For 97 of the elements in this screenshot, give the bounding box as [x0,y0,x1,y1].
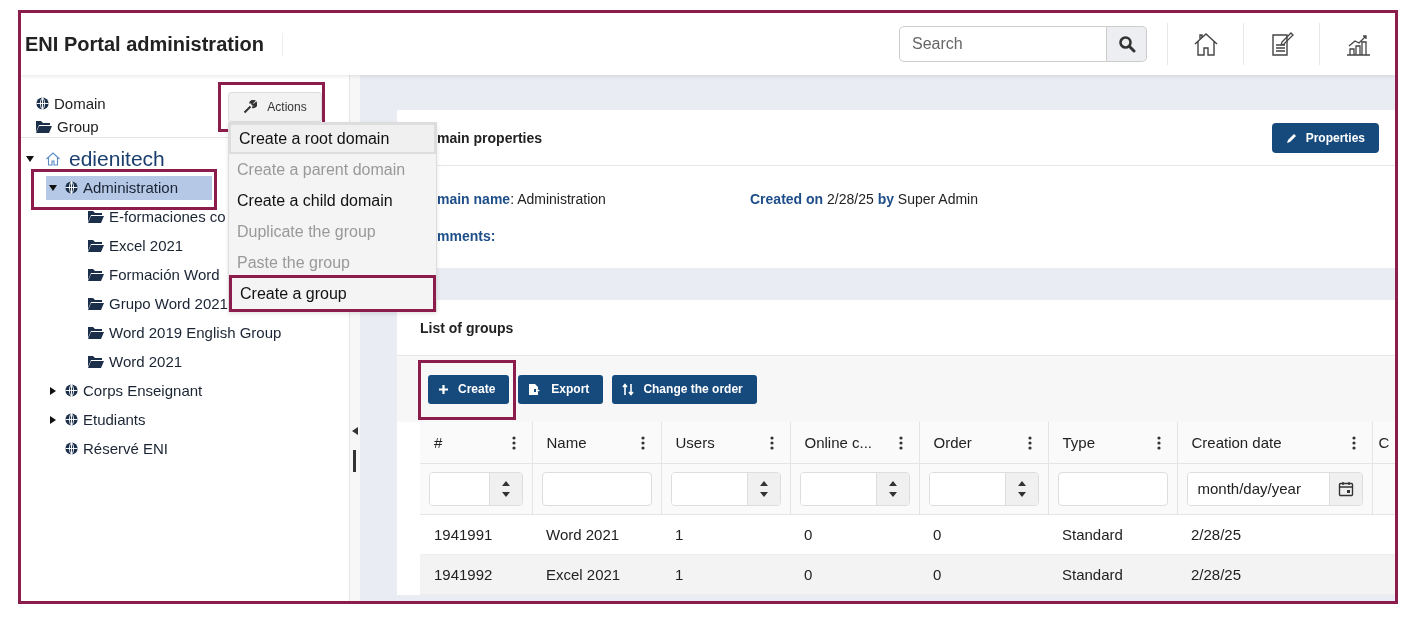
number-filter-field[interactable] [799,471,910,506]
tree-item[interactable]: Etudiants [46,407,152,432]
kebab-menu-icon[interactable] [511,436,516,450]
properties-button[interactable]: Properties [1271,122,1379,153]
toolbar-button[interactable]: Export [518,374,604,404]
kebab-menu-icon[interactable] [1027,436,1032,450]
menu-item[interactable]: Create a group [232,278,433,309]
home-icon [45,150,61,167]
resize-handle[interactable] [353,450,356,472]
globe-icon [64,383,79,398]
tree-item[interactable]: Corps Enseignant [46,378,209,403]
spinner-button[interactable] [488,472,522,505]
menu-item[interactable]: Create a root domain [229,123,436,154]
column-header[interactable]: Type [1048,422,1177,463]
column-header[interactable]: # [420,422,532,463]
table-cell: 0 [919,554,1048,594]
card-title: main properties [436,129,543,146]
tree-item[interactable]: Word 2019 English Group [69,320,288,345]
tree-item[interactable]: Administration [46,175,213,200]
collapse-arrow-icon[interactable] [48,182,58,193]
number-filter-field[interactable] [928,471,1039,506]
table-cell: 2/28/25 [1177,554,1372,594]
kebab-menu-icon[interactable] [640,436,645,450]
kebab-menu-icon[interactable] [1351,436,1356,450]
globe-icon [64,180,79,195]
home-icon[interactable] [1192,31,1219,57]
number-filter-field[interactable] [429,471,523,506]
column-header[interactable]: Online c... [790,422,919,463]
kebab-menu-icon[interactable] [898,436,903,450]
table-cell: 1 [661,514,790,554]
search-icon [1117,35,1136,53]
column-header[interactable]: C [1372,422,1395,463]
search-button[interactable] [1107,26,1147,62]
text-filter-field[interactable] [1057,471,1168,506]
tree-item[interactable]: Word 2021 [69,349,189,374]
collapse-arrow-icon[interactable] [25,153,35,164]
toolbar-button[interactable]: Create [428,374,510,404]
column-header[interactable]: Users [661,422,790,463]
actions-button[interactable]: Actions [228,92,322,122]
calendar-icon[interactable] [1337,480,1354,497]
expand-arrow-icon[interactable] [48,414,58,425]
table-cell: Standard [1048,554,1177,594]
spinner-button[interactable] [746,472,780,505]
folder-icon [87,267,105,282]
collapse-panel-icon[interactable] [352,427,358,435]
folder-icon [87,354,105,369]
column-header[interactable]: Name [532,422,661,463]
folder-icon [87,325,105,340]
text-filter-field[interactable] [541,471,652,506]
table-cell: 2/28/25 [1177,514,1372,554]
table-cell: Standard [1048,514,1177,554]
folder-icon [87,296,105,311]
card-title: List of groups [419,319,514,336]
column-header[interactable]: Creation date [1177,422,1372,463]
domain-name-text: main name: Administration [437,190,607,207]
tree-item[interactable]: edienitech [23,143,171,174]
created-on-text: Created on 2/28/25 by Super Admin [750,190,980,207]
legend-label: Domain [54,95,106,112]
folder-icon [87,209,105,224]
tree-item[interactable]: Formación Word [69,262,226,287]
app-title: ENI Portal administration [21,32,283,56]
calendar-button[interactable] [1328,472,1362,505]
wrench-icon [243,100,258,114]
search-field[interactable]: Search [899,26,1107,62]
comments-label: mments: [437,227,497,244]
kebab-menu-icon[interactable] [1156,436,1161,450]
globe-icon [64,441,79,456]
spinner-button[interactable] [875,472,909,505]
number-filter-field[interactable] [670,471,781,506]
tree-item[interactable]: Réservé ENI [46,436,175,461]
table-cell: Excel 2021 [532,554,661,594]
spinner-button[interactable] [1004,472,1038,505]
table-cell: Word 2021 [532,514,661,554]
expand-arrow-icon[interactable] [48,385,58,396]
file-export-icon [528,382,543,396]
table-cell: 1941991 [420,514,532,554]
table-cell: 1941992 [420,554,532,594]
folder-icon [87,238,105,253]
toolbar-button[interactable]: Change the order [612,374,757,404]
legend-label: Group [57,118,99,135]
table-cell: 1 [661,554,790,594]
tree-item[interactable]: Excel 2021 [69,233,190,258]
table-cell: 0 [790,554,919,594]
kebab-menu-icon[interactable] [769,436,774,450]
table-cell: 0 [919,514,1048,554]
column-header[interactable]: Order [919,422,1048,463]
globe-icon [35,96,50,111]
folder-icon [35,119,53,134]
tree-item[interactable]: E-formaciones co [69,204,232,229]
plus-icon [438,383,449,395]
tree-item[interactable]: Grupo Word 2021 [69,291,234,316]
menu-item[interactable]: Create a child domain [229,185,436,216]
globe-icon [64,412,79,427]
date-filter-field[interactable]: month/day/year [1186,471,1363,506]
pencil-icon [1285,131,1298,144]
sort-icon [622,382,635,396]
table-cell: 0 [790,514,919,554]
